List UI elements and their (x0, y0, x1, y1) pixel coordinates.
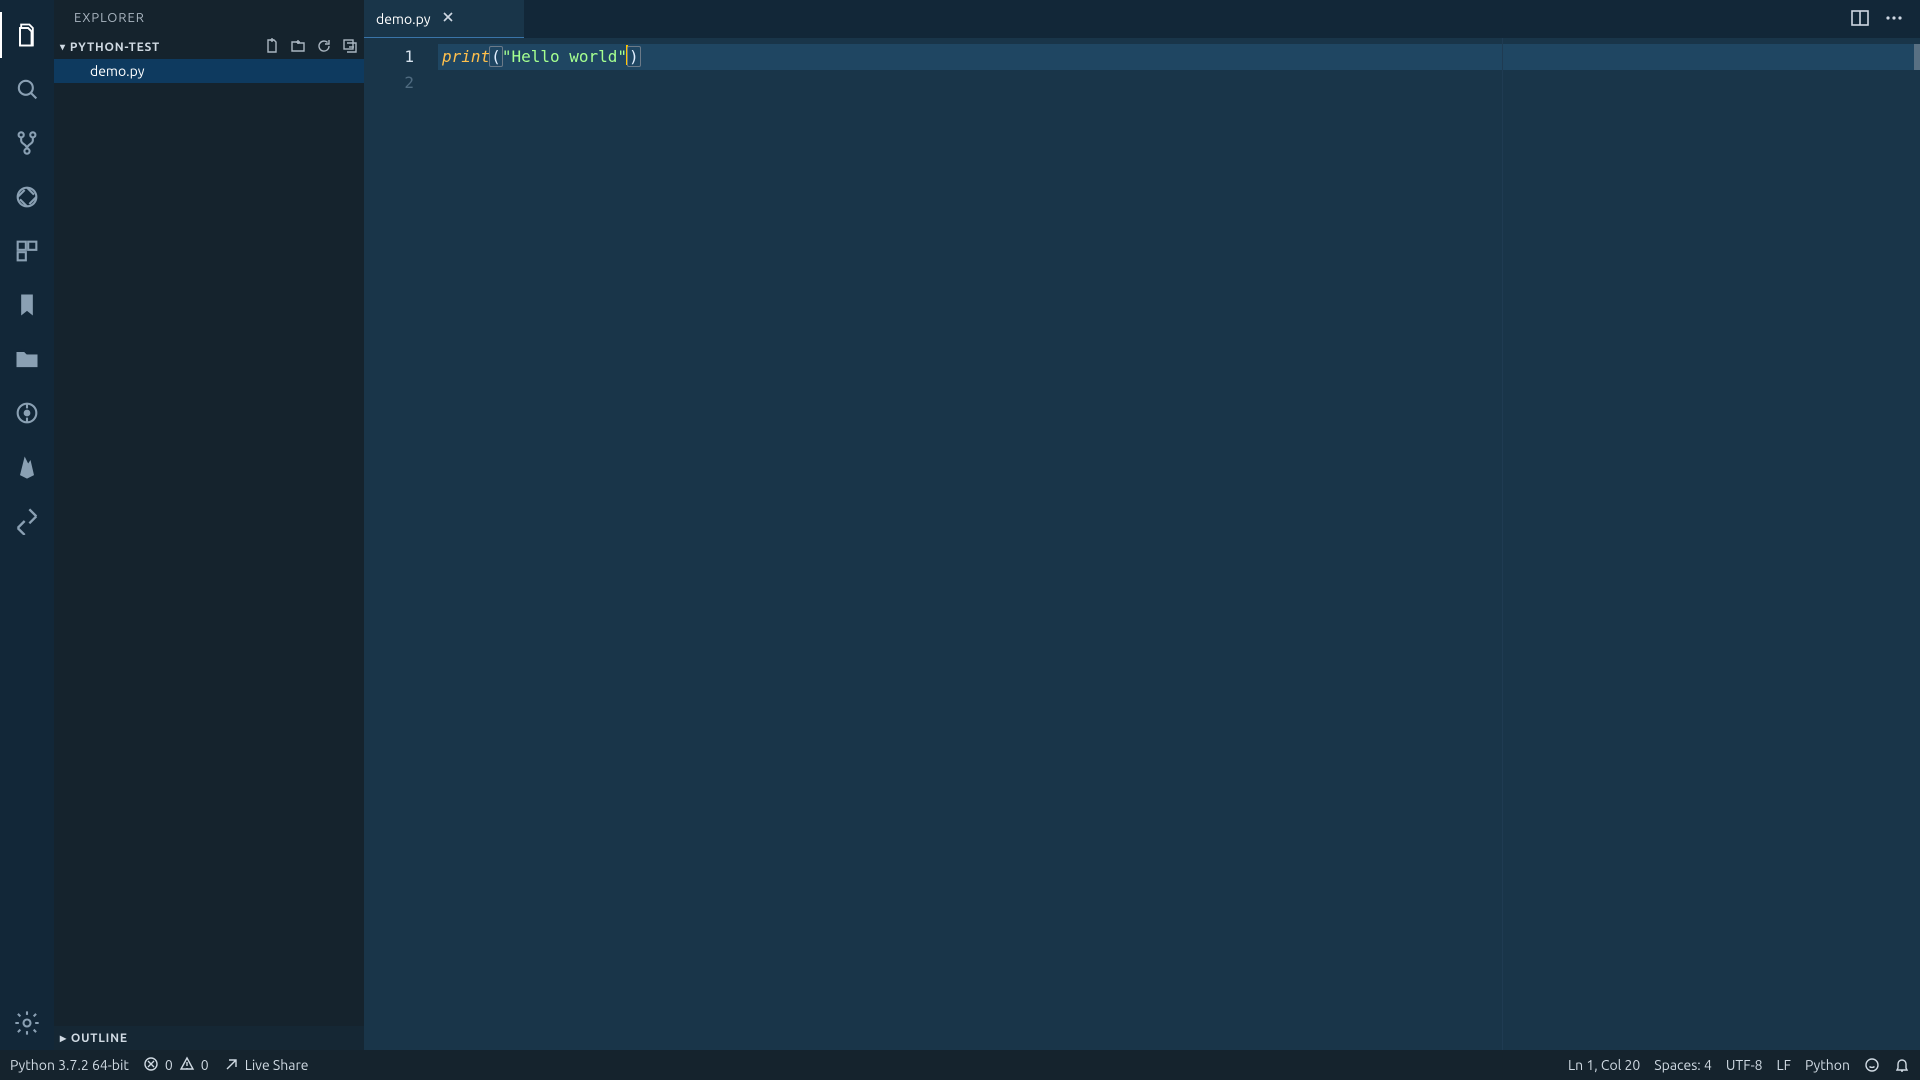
status-bar: Python 3.7.2 64-bit 0 0 Live Share Ln 1,… (0, 1050, 1920, 1080)
activity-extensions-icon[interactable] (0, 224, 54, 278)
editor-group: demo.py 1 2 print("H (364, 0, 1920, 1050)
close-icon[interactable] (441, 10, 455, 27)
activity-sourcecontrol-icon[interactable] (0, 116, 54, 170)
line-number: 2 (364, 70, 438, 96)
editor-ruler (1502, 38, 1503, 1050)
liveshare-icon (223, 1056, 239, 1075)
activity-bookmark-icon[interactable] (0, 278, 54, 332)
more-actions-icon[interactable] (1884, 8, 1904, 31)
status-indentation[interactable]: Spaces: 4 (1654, 1057, 1712, 1073)
project-section-header[interactable]: ▾ PYTHON-TEST (54, 35, 364, 59)
line-number-gutter: 1 2 (364, 38, 438, 1050)
status-liveshare[interactable]: Live Share (223, 1056, 309, 1075)
tab-demo-py[interactable]: demo.py (364, 0, 524, 38)
code-line[interactable] (438, 70, 1920, 96)
token-string: "Hello world" (502, 47, 627, 66)
new-folder-icon[interactable] (290, 38, 306, 57)
activity-debug-icon[interactable] (0, 170, 54, 224)
split-editor-icon[interactable] (1850, 8, 1870, 31)
status-warning-count: 0 (201, 1057, 209, 1073)
code-line[interactable]: print("Hello world") (438, 44, 1920, 70)
status-feedback-icon[interactable] (1864, 1057, 1880, 1073)
outline-label: OUTLINE (71, 1032, 128, 1045)
status-eol[interactable]: LF (1777, 1057, 1792, 1073)
activity-bar (0, 0, 54, 1050)
token-function: print (442, 47, 490, 66)
explorer-sidebar: EXPLORER ▾ PYTHON-TEST dem (54, 0, 364, 1050)
activity-search-icon[interactable] (0, 62, 54, 116)
tab-bar: demo.py (364, 0, 1920, 38)
status-python-interpreter[interactable]: Python 3.7.2 64-bit (10, 1057, 129, 1073)
file-tree: demo.py (54, 59, 364, 1026)
activity-project-icon[interactable] (0, 332, 54, 386)
status-cursor-position[interactable]: Ln 1, Col 20 (1568, 1057, 1640, 1073)
activity-gitlens-icon[interactable] (0, 386, 54, 440)
status-problems[interactable]: 0 0 (143, 1056, 209, 1075)
token-paren-open: ( (490, 47, 502, 66)
chevron-down-icon: ▾ (60, 41, 66, 53)
project-name: PYTHON-TEST (70, 41, 160, 54)
status-error-count: 0 (165, 1057, 173, 1073)
sidebar-title: EXPLORER (54, 0, 364, 35)
status-notifications-icon[interactable] (1894, 1057, 1910, 1073)
activity-firebase-icon[interactable] (0, 440, 54, 494)
new-file-icon[interactable] (264, 38, 280, 57)
warning-icon (179, 1056, 195, 1075)
activity-remote-icon[interactable] (0, 494, 54, 548)
tab-title: demo.py (376, 11, 431, 27)
status-encoding[interactable]: UTF-8 (1726, 1057, 1763, 1073)
activity-settings-icon[interactable] (0, 996, 54, 1050)
file-tree-item[interactable]: demo.py (54, 59, 364, 83)
error-icon (143, 1056, 159, 1075)
code-editor[interactable]: 1 2 print("Hello world") (364, 38, 1920, 1050)
collapse-all-icon[interactable] (342, 38, 358, 57)
file-name: demo.py (90, 63, 145, 79)
status-language[interactable]: Python (1805, 1057, 1850, 1073)
overview-ruler[interactable] (1914, 44, 1920, 1050)
code-area[interactable]: print("Hello world") (438, 38, 1920, 1050)
refresh-icon[interactable] (316, 38, 332, 57)
line-number: 1 (364, 44, 438, 70)
outline-section-header[interactable]: ▸ OUTLINE (54, 1026, 364, 1050)
token-paren-close: ) (628, 47, 640, 66)
chevron-right-icon: ▸ (60, 1031, 67, 1045)
activity-explorer-icon[interactable] (0, 8, 54, 62)
